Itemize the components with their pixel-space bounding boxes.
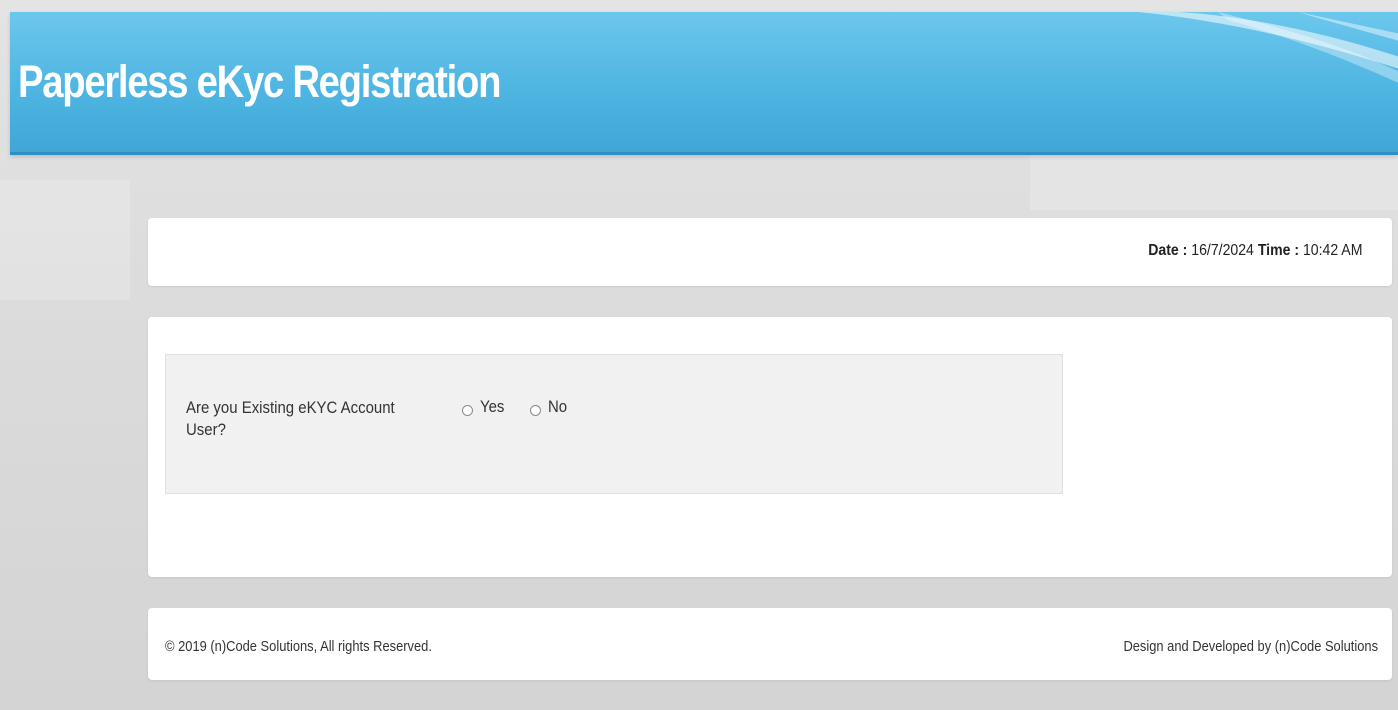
existing-user-question-box: Are you Existing eKYC Account User? Yes …	[165, 354, 1063, 494]
date-value: 16/7/2024	[1190, 242, 1254, 259]
credits-text: Design and Developed by (n)Code Solution…	[1123, 638, 1378, 655]
radio-button-yes[interactable]	[462, 404, 473, 416]
date-label: Date :	[1147, 242, 1187, 259]
page-footer: © 2019 (n)Code Solutions, All rights Res…	[148, 608, 1392, 680]
header-swoosh-decoration	[1138, 12, 1398, 83]
radio-option-yes[interactable]: Yes	[462, 397, 508, 417]
radio-option-no[interactable]: No	[529, 397, 570, 417]
radio-button-no[interactable]	[529, 404, 541, 416]
datetime-panel: Date : 16/7/2024 Time : 10:42 AM	[148, 218, 1392, 286]
page-title: Paperless eKyc Registration	[18, 56, 501, 107]
app-header: Paperless eKyc Registration	[10, 12, 1398, 155]
registration-form-panel: Are you Existing eKYC Account User? Yes …	[148, 317, 1392, 577]
copyright-text: © 2019 (n)Code Solutions, All rights Res…	[165, 638, 432, 655]
radio-label-no[interactable]: No	[548, 397, 567, 417]
existing-user-question-label: Are you Existing eKYC Account User?	[186, 398, 395, 439]
datetime-display: Date : 16/7/2024 Time : 10:42 AM	[1148, 242, 1362, 260]
time-value: 10:42 AM	[1302, 242, 1362, 259]
time-label: Time :	[1257, 242, 1299, 259]
existing-user-radio-group: Yes No	[462, 397, 591, 417]
radio-label-yes[interactable]: Yes	[480, 397, 504, 417]
